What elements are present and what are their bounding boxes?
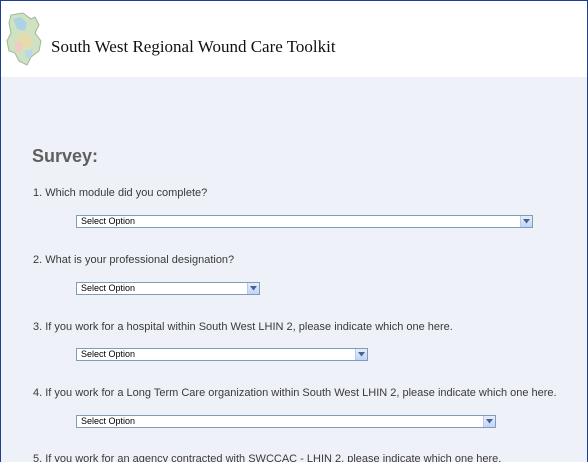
question-3-select[interactable]: Select Option	[76, 348, 368, 361]
question-1-select[interactable]: Select Option	[76, 215, 533, 228]
site-header: South West Regional Wound Care Toolkit	[1, 1, 587, 77]
chevron-down-icon[interactable]	[520, 216, 532, 227]
chevron-down-icon[interactable]	[483, 416, 495, 427]
question-2-select[interactable]: Select Option	[76, 282, 260, 295]
select-value: Select Option	[81, 349, 136, 359]
survey-heading: Survey:	[32, 146, 99, 166]
question-1-label: 1. Which module did you complete?	[33, 187, 208, 199]
question-3-label: 3. If you work for a hospital within Sou…	[33, 321, 453, 333]
select-value: Select Option	[81, 283, 136, 293]
select-value: Select Option	[81, 416, 136, 426]
chevron-down-icon[interactable]	[355, 349, 367, 360]
question-2-label: 2. What is your professional designation…	[33, 254, 235, 266]
question-4-select[interactable]: Select Option	[76, 415, 496, 428]
page-frame: South West Regional Wound Care Toolkit S…	[0, 0, 588, 462]
question-4-label: 4. If you work for a Long Term Care orga…	[33, 387, 557, 399]
chevron-down-icon[interactable]	[247, 283, 259, 294]
site-title: South West Regional Wound Care Toolkit	[51, 37, 336, 56]
select-value: Select Option	[81, 216, 136, 226]
ontario-map-icon	[6, 12, 42, 66]
